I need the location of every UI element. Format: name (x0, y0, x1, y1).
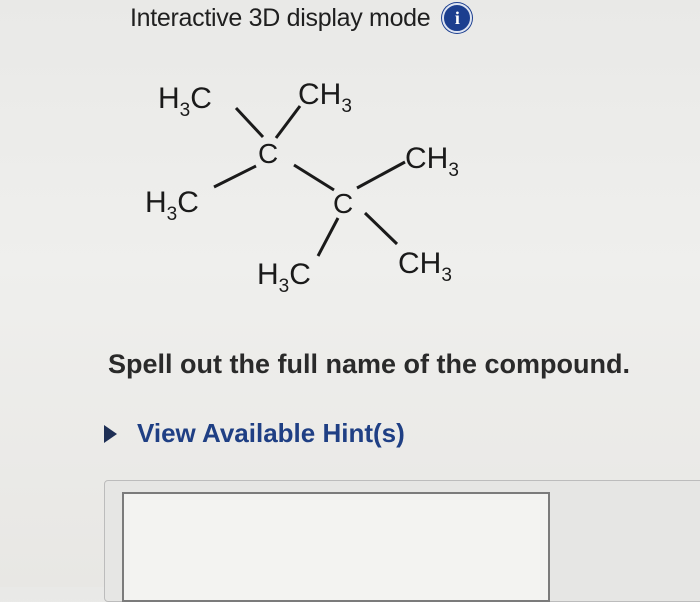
left-methyl-label: H3C (145, 186, 199, 225)
top-left-methyl-label: H3C (158, 82, 212, 121)
molecule-structure: H3C CH3 C H3C CH3 C H3C CH3 (145, 78, 459, 297)
question-prompt: Spell out the full name of the compound. (108, 349, 630, 379)
bond-c2-right-lower (363, 211, 399, 246)
top-right-methyl-label: CH3 (298, 78, 352, 117)
carbon-2-label: C (333, 188, 353, 219)
view-hints-link[interactable]: View Available Hint(s) (104, 418, 405, 449)
carbon-1-label: C (258, 138, 278, 169)
bond-c1-left (213, 164, 257, 189)
answer-input[interactable] (122, 492, 550, 602)
right-upper-methyl-label: CH3 (405, 142, 459, 181)
triangle-right-icon (104, 424, 117, 443)
right-lower-methyl-label: CH3 (398, 247, 452, 286)
bond-c1-c2 (293, 163, 335, 192)
bond-c2-right-upper (356, 160, 406, 190)
view-hints-label: View Available Hint(s) (137, 418, 405, 448)
bond-c1-top-right (274, 105, 302, 139)
bottom-left-methyl-label: H3C (257, 258, 311, 297)
bond-c2-bottom-left (316, 217, 340, 257)
bond-c1-top-left (234, 106, 265, 139)
